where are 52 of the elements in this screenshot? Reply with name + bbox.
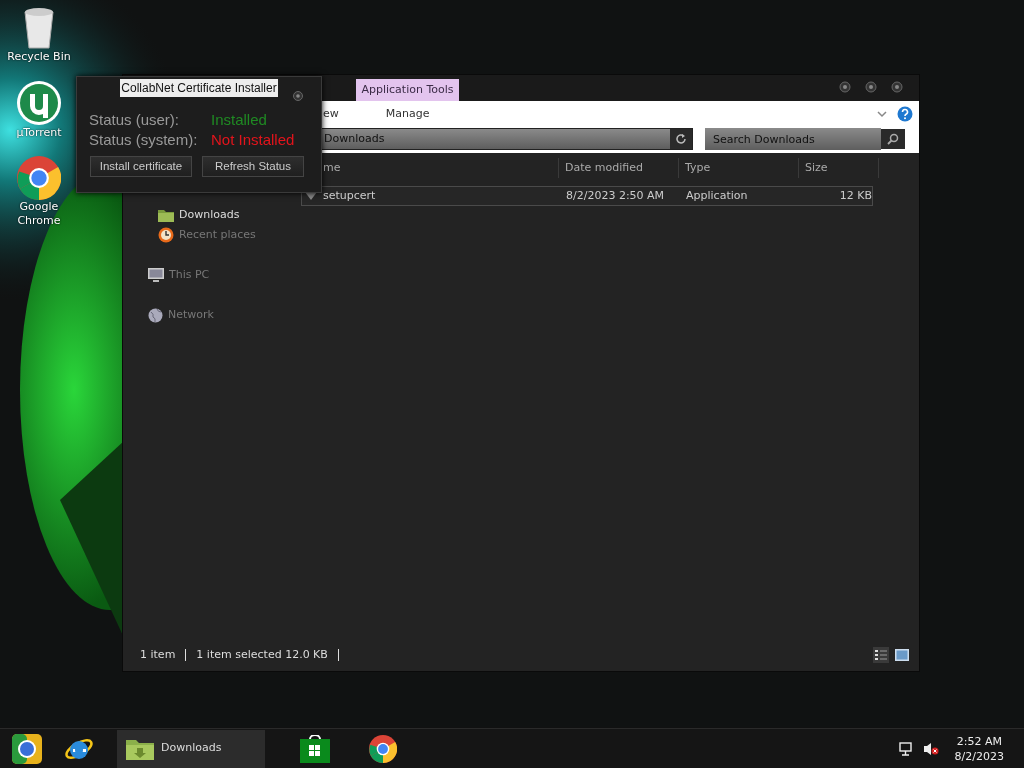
column-header[interactable]: Size (805, 159, 828, 177)
chrome-icon[interactable] (369, 734, 397, 763)
chevron-icon[interactable] (877, 110, 887, 118)
status-label: Status (system): (89, 130, 199, 150)
close-button[interactable] (293, 90, 303, 101)
dialog-button[interactable]: Refresh Status (202, 156, 304, 178)
sidebar-item[interactable]: Recent places (179, 226, 256, 244)
status-text: 1 item (140, 646, 176, 663)
store-icon[interactable] (300, 734, 330, 763)
thumbnail-view-icon[interactable] (895, 649, 909, 661)
monitor-icon (148, 267, 164, 283)
file-type: Application (686, 188, 748, 202)
muted-speaker-icon[interactable] (922, 741, 939, 756)
folder-icon (158, 208, 174, 222)
desktop-icon-label[interactable]: Recycle Bin (7, 50, 71, 64)
clock-icon (158, 227, 174, 243)
status-label: Status (user): (89, 110, 181, 130)
chrome-canary-icon[interactable] (11, 732, 43, 765)
file-name: setupcert (323, 187, 376, 204)
window-button[interactable] (891, 81, 903, 93)
context-tab[interactable]: Application Tools (356, 79, 459, 101)
sidebar-item[interactable]: Downloads (179, 206, 240, 224)
network-icon[interactable] (898, 741, 913, 756)
ribbon-tab[interactable]: Manage (385, 105, 430, 123)
desktop-icon-label[interactable]: Google Chrome (0, 200, 78, 228)
torrent-icon[interactable] (16, 80, 62, 126)
ribbon-tab[interactable]: ew (323, 105, 339, 123)
file-row[interactable]: setupcert 8/2/2023 2:50 AM Application 12 KB (301, 186, 873, 206)
sidebar-item[interactable]: Network (168, 306, 214, 324)
column-header[interactable]: Date modified (565, 159, 643, 177)
help-icon[interactable] (897, 106, 913, 122)
clock[interactable]: 2:52 AM 8/2/2023 (954, 733, 1004, 764)
status-text: 1 item selected 12.0 KB (196, 646, 328, 663)
refresh-icon[interactable] (675, 133, 687, 145)
column-header[interactable]: Type (685, 159, 711, 177)
chrome-icon[interactable] (17, 156, 61, 200)
taskbar-button[interactable]: Downloads (117, 729, 265, 768)
dialog-title: CollabNet Certificate Installer (120, 79, 278, 97)
details-view-icon[interactable] (873, 647, 889, 663)
file-size: 12 KB (839, 188, 872, 202)
address-bar[interactable]: Downloads (319, 128, 693, 150)
window-button[interactable] (839, 81, 851, 93)
globe-icon (148, 307, 163, 323)
dialog-button[interactable]: Install certificate (90, 156, 192, 178)
search-icon[interactable] (887, 133, 899, 145)
search-field[interactable]: Search Downloads (705, 128, 881, 150)
status-value: Installed (211, 110, 267, 130)
window-button[interactable] (865, 81, 877, 93)
sidebar-item[interactable]: This PC (169, 266, 210, 284)
file-date: 8/2/2023 2:50 AM (566, 188, 665, 202)
status-value: Not Installed (211, 130, 295, 150)
column-header[interactable]: me (323, 159, 341, 177)
